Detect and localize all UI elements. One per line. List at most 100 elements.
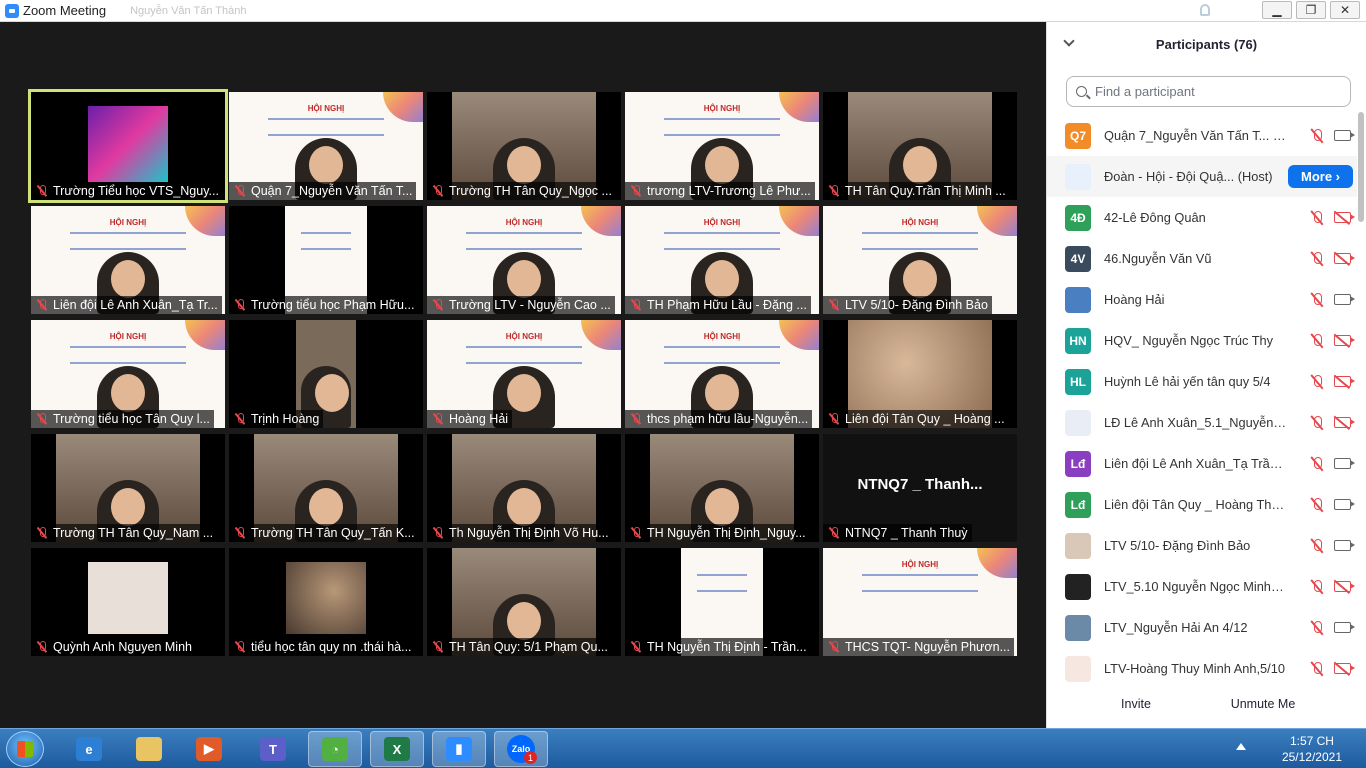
mic-muted-icon[interactable] <box>1310 456 1324 472</box>
restore-button[interactable]: ❐ <box>1296 1 1326 19</box>
camera-off-icon[interactable] <box>1334 417 1355 428</box>
video-tile[interactable]: HỘI NGHỊ Trường LTV - Nguyễn Cao ... <box>427 206 621 314</box>
participant-row[interactable]: LĐ Lê Anh Xuân_5.1_Nguyễn Thị... <box>1047 402 1357 443</box>
video-tile[interactable]: Trường Tiểu học VTS_Nguy... <box>28 89 228 203</box>
video-tile[interactable]: TH Tân Quy.Trần Thị Minh ... <box>823 92 1017 200</box>
mic-muted-icon[interactable] <box>1310 579 1324 595</box>
camera-icon[interactable] <box>1334 622 1355 633</box>
avatar: 4V <box>1065 245 1091 272</box>
unmute-me-button[interactable]: Unmute Me <box>1225 692 1301 716</box>
close-button[interactable]: ✕ <box>1330 1 1360 19</box>
taskbar-app[interactable] <box>122 731 176 767</box>
participant-name: Liên đội Tân Quy _ Hoàng Thàn... <box>1104 497 1287 512</box>
camera-off-icon[interactable] <box>1334 376 1355 387</box>
video-tile[interactable]: NTNQ7 _ Thanh... NTNQ7 _ Thanh Thuỳ <box>823 434 1017 542</box>
participant-row[interactable]: Đoàn - Hội - Đội Quậ... (Host) More › <box>1047 156 1357 197</box>
video-tile[interactable]: HỘI NGHỊ Liên đội Lê Anh Xuân_Tạ Tr... <box>31 206 225 314</box>
video-tile[interactable]: Trường TH Tân Quy_Tấn K... <box>229 434 423 542</box>
camera-off-icon[interactable] <box>1334 335 1355 346</box>
taskbar-clock[interactable]: 1:57 CH 25/12/2021 <box>1282 733 1342 765</box>
video-tile[interactable]: Liên đội Tân Quy _ Hoàng ... <box>823 320 1017 428</box>
tray-expand-icon[interactable] <box>1236 743 1246 750</box>
mic-muted-icon <box>631 641 641 653</box>
camera-off-icon[interactable] <box>1334 253 1355 264</box>
camera-icon[interactable] <box>1334 130 1355 141</box>
video-tile[interactable]: Trường TH Tân Quy_Ngọc ... <box>427 92 621 200</box>
taskbar-app[interactable]: ◔ <box>308 731 362 767</box>
tile-name-label: thcs phạm hữu lầu-Nguyễn... <box>625 410 813 428</box>
camera-icon[interactable] <box>1334 458 1355 469</box>
mic-muted-icon[interactable] <box>1310 497 1324 513</box>
taskbar-app[interactable]: T <box>246 731 300 767</box>
video-tile[interactable]: Trịnh Hoàng <box>229 320 423 428</box>
video-tile[interactable]: HỘI NGHỊ thcs phạm hữu lầu-Nguyễn... <box>625 320 819 428</box>
participant-row[interactable]: HN HQV_ Nguyễn Ngọc Trúc Thy <box>1047 320 1357 361</box>
collapse-chevron-icon[interactable] <box>1063 35 1075 47</box>
participant-row[interactable]: Lđ Liên đội Lê Anh Xuân_Tạ Trần N... <box>1047 443 1357 484</box>
video-tile[interactable]: tiểu học tân quy nn .thái hà... <box>229 548 423 656</box>
participant-row[interactable]: LTV_5.10 Nguyễn Ngọc Minh Vy <box>1047 566 1357 607</box>
participant-status-icons <box>1297 538 1357 554</box>
taskbar-app[interactable]: e <box>62 731 116 767</box>
video-tile[interactable]: HỘI NGHỊ trương LTV-Trương Lê Phư... <box>625 92 819 200</box>
camera-icon[interactable] <box>1334 540 1355 551</box>
video-tile[interactable]: HỘI NGHỊ LTV 5/10- Đặng Đình Bảo <box>823 206 1017 314</box>
notification-icon[interactable] <box>1200 4 1210 16</box>
mic-muted-icon[interactable] <box>1310 415 1324 431</box>
video-feed <box>286 562 366 634</box>
camera-icon[interactable] <box>1334 499 1355 510</box>
participant-row[interactable]: Lđ Liên đội Tân Quy _ Hoàng Thàn... <box>1047 484 1357 525</box>
video-tile[interactable]: TH Nguyễn Thị Định_Nguy... <box>625 434 819 542</box>
mic-muted-icon <box>235 299 245 311</box>
participant-row[interactable]: LTV 5/10- Đặng Đình Bảo <box>1047 525 1357 566</box>
video-tile[interactable]: HỘI NGHỊ Hoàng Hải <box>427 320 621 428</box>
taskbar-app[interactable]: Zalo 1 <box>494 731 548 767</box>
participant-row[interactable]: Q7 Quận 7_Nguyễn Văn Tấn T... (Me) <box>1047 115 1357 156</box>
taskbar-app[interactable]: ▮ <box>432 731 486 767</box>
participant-row[interactable]: LTV_Nguyễn Hải An 4/12 <box>1047 607 1357 648</box>
mic-muted-icon[interactable] <box>1310 210 1324 226</box>
zoom-icon: ▮ <box>446 737 472 761</box>
video-tile[interactable]: Trường tiểu học Phạm Hữu... <box>229 206 423 314</box>
participants-panel: Participants (76) Find a participant Q7 Q… <box>1046 22 1366 728</box>
participant-row[interactable]: LTV-Hoàng Thuy Minh Anh,5/10 <box>1047 648 1357 689</box>
camera-off-icon[interactable] <box>1334 581 1355 592</box>
camera-off-icon[interactable] <box>1334 212 1355 223</box>
more-button[interactable]: More › <box>1288 165 1353 188</box>
mic-muted-icon[interactable] <box>1310 374 1324 390</box>
participant-search-input[interactable]: Find a participant <box>1066 76 1351 107</box>
video-tile[interactable]: HỘI NGHỊ THCS TQT- Nguyễn Phươn... <box>823 548 1017 656</box>
participant-row[interactable]: 4V 46.Nguyễn Văn Vũ <box>1047 238 1357 279</box>
video-tile[interactable]: Trường TH Tân Quy_Nam ... <box>31 434 225 542</box>
camera-icon[interactable] <box>1334 294 1355 305</box>
invite-button[interactable]: Invite <box>1115 692 1157 716</box>
participant-row[interactable]: Hoàng Hải <box>1047 279 1357 320</box>
taskbar-app[interactable]: ▶ <box>182 731 236 767</box>
tile-name-text: TH Tân Quy: 5/1 Phạm Qu... <box>449 640 608 654</box>
video-tile[interactable]: TH Tân Quy: 5/1 Phạm Qu... <box>427 548 621 656</box>
taskbar-app[interactable]: X <box>370 731 424 767</box>
mic-muted-icon[interactable] <box>1310 292 1324 308</box>
mic-muted-icon[interactable] <box>1310 128 1324 144</box>
video-tile[interactable]: HỘI NGHỊ Trường tiểu học Tân Quy l... <box>31 320 225 428</box>
mic-muted-icon[interactable] <box>1310 333 1324 349</box>
mic-muted-icon[interactable] <box>1310 661 1324 677</box>
video-tile[interactable]: Quỳnh Anh Nguyen Minh <box>31 548 225 656</box>
participant-name: LĐ Lê Anh Xuân_5.1_Nguyễn Thị... <box>1104 415 1287 430</box>
participant-row[interactable]: HL Huỳnh Lê hải yến tân quy 5/4 <box>1047 361 1357 402</box>
start-button[interactable] <box>6 731 44 767</box>
video-tile[interactable]: TH Nguyễn Thị Định - Trần... <box>625 548 819 656</box>
mic-muted-icon[interactable] <box>1310 620 1324 636</box>
minimize-button[interactable]: ▁ <box>1262 1 1292 19</box>
video-tile[interactable]: HỘI NGHỊ Quận 7_Nguyễn Văn Tấn T... <box>229 92 423 200</box>
participant-list-scrollbar[interactable] <box>1358 112 1364 222</box>
participant-name: LTV_Nguyễn Hải An 4/12 <box>1104 620 1248 635</box>
video-tile[interactable]: Th Nguyễn Thị Định Võ Hu... <box>427 434 621 542</box>
camera-off-icon[interactable] <box>1334 663 1355 674</box>
mic-muted-icon[interactable] <box>1310 251 1324 267</box>
mic-muted-icon[interactable] <box>1310 538 1324 554</box>
video-tile[interactable]: HỘI NGHỊ TH Phạm Hữu Lầu - Đặng ... <box>625 206 819 314</box>
participant-row[interactable]: 4Đ 42-Lê Đông Quân <box>1047 197 1357 238</box>
tile-name-label: Quỳnh Anh Nguyen Minh <box>31 638 196 656</box>
participant-name: LTV_5.10 Nguyễn Ngọc Minh Vy <box>1104 579 1287 594</box>
